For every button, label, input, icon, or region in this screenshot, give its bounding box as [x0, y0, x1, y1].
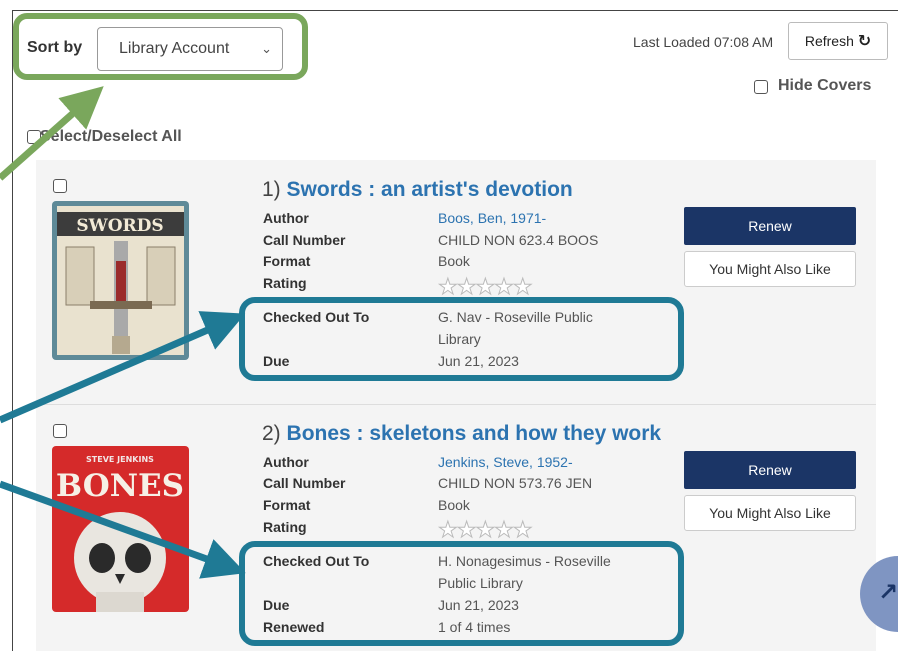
annotation-arrows — [0, 86, 246, 579]
annotation-arrow-teal-1 — [0, 311, 246, 424]
annotation-arrow-green — [0, 86, 104, 181]
annotation-arrow-teal-2 — [0, 480, 246, 579]
